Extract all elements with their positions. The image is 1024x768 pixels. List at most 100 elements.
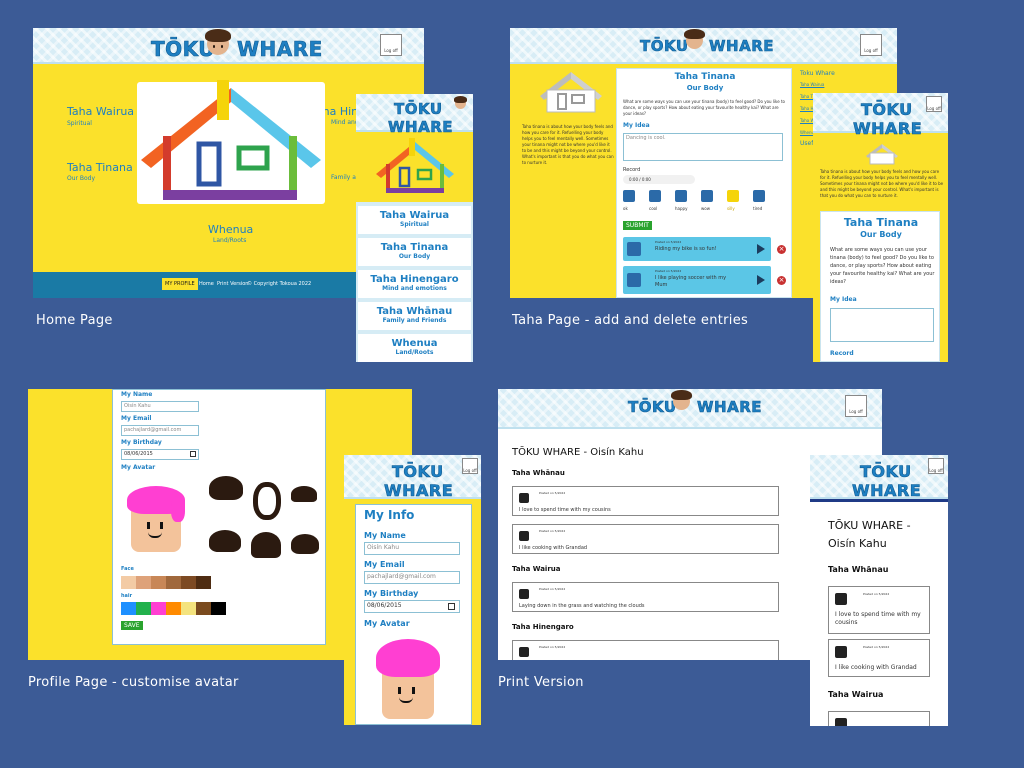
play-icon[interactable]: [757, 244, 765, 254]
logo-bottom[interactable]: WHARE: [388, 118, 453, 137]
logo-top[interactable]: TŌKU: [861, 100, 913, 120]
face-swatch[interactable]: [181, 576, 196, 589]
section-title: Taha Wairua: [828, 690, 884, 699]
menu-item-whenua[interactable]: Whenua Land/Roots: [358, 332, 471, 362]
menu-item-taha-whanau[interactable]: Taha Whānau Family and Friends: [358, 300, 471, 330]
menu-item-taha-wairua[interactable]: Taha Wairua Spiritual: [358, 204, 471, 234]
idea-textarea[interactable]: [830, 308, 934, 342]
logoff-button[interactable]: Log off: [380, 34, 402, 56]
save-button[interactable]: SAVE: [121, 621, 143, 630]
hair-swatch[interactable]: [196, 602, 211, 615]
hair-swatch[interactable]: [151, 602, 166, 615]
mood-happy-icon[interactable]: [675, 190, 687, 202]
sidebar-useful: Usef: [800, 140, 814, 147]
mood-cool-icon[interactable]: [649, 190, 661, 202]
footer-profile-button[interactable]: MY PROFILE: [162, 278, 198, 290]
hair-option-puffs[interactable]: [291, 534, 319, 554]
logo-left[interactable]: TŌKU: [151, 37, 215, 62]
calendar-icon[interactable]: [448, 603, 455, 610]
hair-option-wavy[interactable]: [209, 530, 241, 552]
logo-bottom[interactable]: WHARE: [853, 119, 922, 139]
logo-top[interactable]: TŌKU: [860, 462, 912, 482]
logoff-button[interactable]: Log off: [462, 458, 478, 474]
print-mobile-screenshot: TŌKU WHARE Log off TŌKU WHARE - Oisín Ka…: [810, 455, 948, 726]
logo-left[interactable]: TŌKU: [628, 398, 677, 417]
menu-item-taha-hinengaro[interactable]: Taha Hinengaro Mind and emotions: [358, 268, 471, 298]
sub-taha-hinengaro: Mind and: [331, 119, 359, 126]
logoff-button[interactable]: Log off: [845, 395, 867, 417]
entry-posted: Posted on 5/2022: [655, 269, 682, 273]
hair-option-bob[interactable]: [251, 532, 281, 558]
taha-title: Taha Tinana: [674, 72, 736, 82]
hair-label: hair: [121, 593, 133, 599]
logo-right[interactable]: WHARE: [697, 398, 762, 417]
link-whenua[interactable]: Whenua: [208, 223, 253, 236]
link-taha-wairua[interactable]: Taha Wairua: [67, 105, 134, 118]
print-entry: Posted on 5/2022: [512, 640, 779, 660]
logoff-button[interactable]: Log off: [928, 458, 944, 474]
my-idea-label: My Idea: [830, 296, 857, 303]
hair-option-short[interactable]: [291, 486, 317, 502]
hair-swatch[interactable]: [136, 602, 151, 615]
mood-label-cool: cool: [649, 206, 658, 211]
hair-option-long[interactable]: [253, 482, 281, 520]
logo-bottom[interactable]: WHARE: [852, 481, 921, 501]
birthday-input[interactable]: 08/06/2015: [121, 449, 199, 460]
logo-top[interactable]: TŌKU: [392, 462, 444, 482]
logo-right[interactable]: WHARE: [709, 37, 774, 56]
logo-bottom[interactable]: WHARE: [384, 481, 453, 501]
menu-item-taha-tinana[interactable]: Taha Tinana Our Body: [358, 236, 471, 266]
footer-print-link[interactable]: Print Version: [217, 281, 248, 287]
mood-silly-icon[interactable]: [727, 190, 739, 202]
house-icon[interactable]: [131, 78, 331, 208]
print-entry: [828, 711, 930, 726]
audio-player[interactable]: 0:00 / 0:00: [623, 175, 695, 184]
record-label: Record: [830, 350, 854, 357]
name-input[interactable]: Oisín Kahu: [121, 401, 199, 412]
hair-swatch[interactable]: [166, 602, 181, 615]
logo-top[interactable]: TŌKU: [394, 100, 443, 119]
house-icon[interactable]: [372, 138, 458, 196]
face-swatch[interactable]: [151, 576, 166, 589]
delete-entry-button[interactable]: ×: [777, 245, 786, 254]
delete-entry-button[interactable]: ×: [777, 276, 786, 285]
birthday-input[interactable]: 08/06/2015: [364, 600, 460, 613]
house-icon-grey: [866, 144, 898, 165]
mood-label-happy: happy: [675, 206, 688, 211]
submit-button[interactable]: SUBMIT: [623, 221, 652, 230]
hair-swatch[interactable]: [121, 602, 136, 615]
mood-label-ok: ok: [623, 206, 628, 211]
logoff-button[interactable]: Log off: [860, 34, 882, 56]
print-entry: Posted on 5/2022 I love to spend time wi…: [512, 486, 779, 516]
face-swatch[interactable]: [196, 576, 211, 589]
entry-posted: Posted on 5/2022: [863, 592, 890, 596]
avatar-icon: [453, 96, 468, 109]
caption-taha: Taha Page - add and delete entries: [512, 313, 749, 328]
mood-ok-icon[interactable]: [623, 190, 635, 202]
email-input[interactable]: pachajlard@gmail.com: [364, 571, 460, 584]
entry-text: Laying down in the grass and watching th…: [519, 603, 645, 609]
hair-swatch[interactable]: [181, 602, 196, 615]
logo-right[interactable]: WHARE: [237, 37, 323, 62]
profile-mobile-screenshot: TŌKU WHARE Log off My Info My Name Oisín…: [344, 455, 481, 725]
play-icon[interactable]: [757, 275, 765, 285]
footer-home-link[interactable]: Home: [199, 281, 214, 287]
email-label: My Email: [364, 560, 405, 569]
face-swatch[interactable]: [166, 576, 181, 589]
face-swatch[interactable]: [136, 576, 151, 589]
name-input[interactable]: Oisín Kahu: [364, 542, 460, 555]
hair-swatch[interactable]: [211, 602, 226, 615]
section-title: Taha Wairua: [512, 565, 561, 573]
logo-left[interactable]: TŌKU: [640, 37, 689, 56]
sidebar-link-wairua[interactable]: Taha Wairua: [800, 82, 824, 87]
avatar-icon: [684, 28, 705, 49]
face-swatch[interactable]: [121, 576, 136, 589]
hair-option-curly[interactable]: [209, 476, 243, 500]
email-input[interactable]: pachajlard@gmail.com: [121, 425, 199, 436]
mood-wow-icon[interactable]: [701, 190, 713, 202]
link-taha-tinana[interactable]: Taha Tinana: [67, 161, 133, 174]
calendar-icon[interactable]: [190, 451, 196, 457]
idea-textarea[interactable]: Dancing is cool.: [623, 133, 783, 161]
logoff-button[interactable]: Log off: [926, 96, 942, 112]
mood-tired-icon[interactable]: [753, 190, 765, 202]
